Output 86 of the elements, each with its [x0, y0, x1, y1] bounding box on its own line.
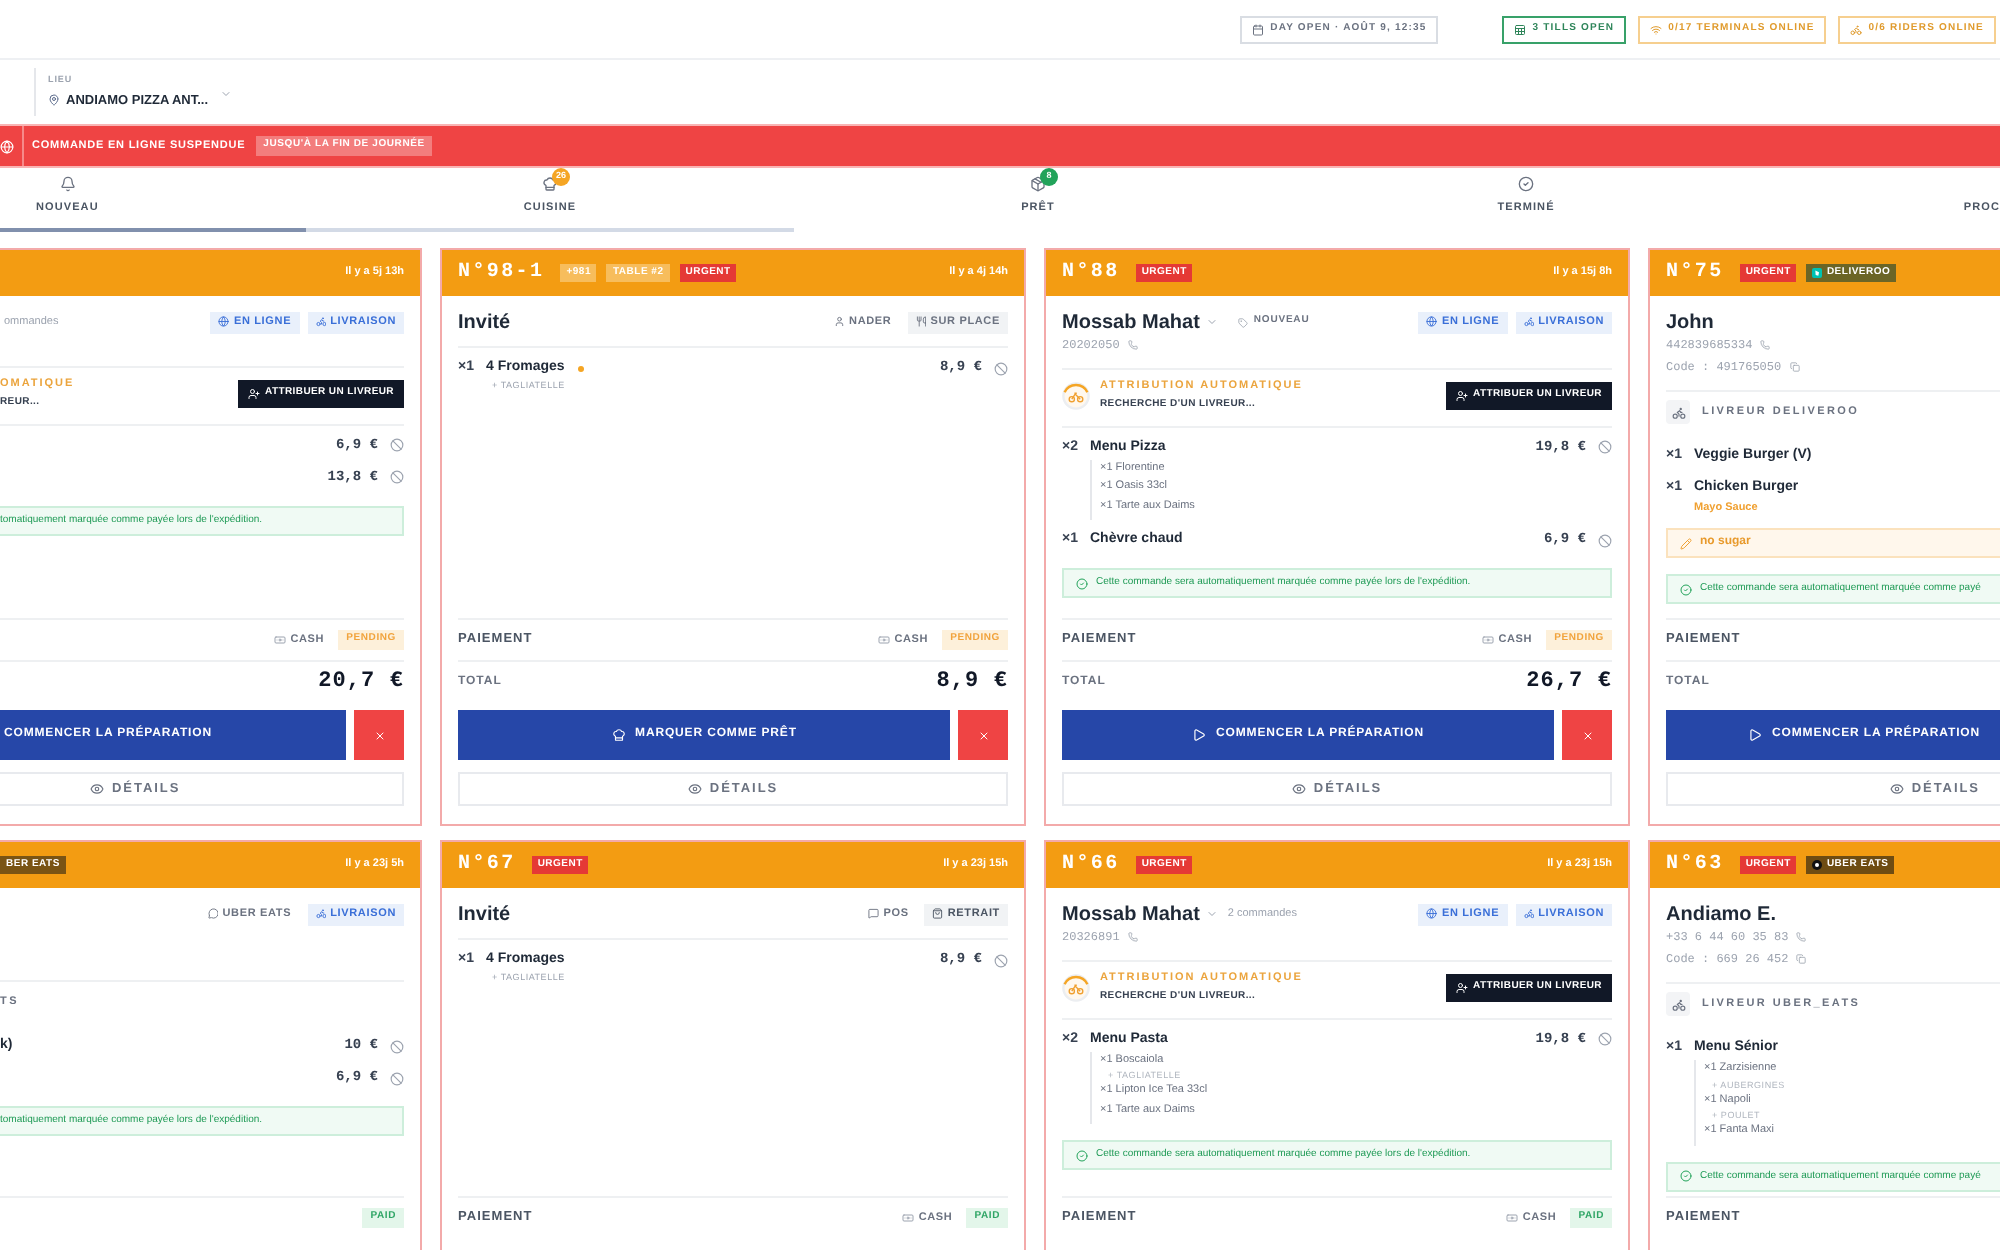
- ban-icon: [1598, 440, 1612, 455]
- total-amount: 8,9 €: [936, 668, 1008, 699]
- cancel-button[interactable]: [1562, 710, 1612, 760]
- user-plus-icon: [1455, 981, 1468, 994]
- wifi-icon: [1650, 23, 1663, 35]
- customer-name: Mossab Mahat: [1062, 309, 1200, 337]
- ban-icon: [1598, 533, 1612, 548]
- bike-spinner-icon: [1062, 973, 1090, 1002]
- bike-icon: [1523, 908, 1535, 920]
- check-circle-icon: [1680, 583, 1692, 595]
- tag-icon: [1237, 317, 1248, 327]
- cash-icon: [274, 634, 287, 646]
- bell-icon: [59, 175, 76, 192]
- chat-bubble-icon: [868, 908, 880, 920]
- ban-icon: [390, 470, 404, 485]
- cancel-button[interactable]: [354, 710, 404, 760]
- shopping-bag-icon: [932, 908, 944, 920]
- chef-hat-icon: [611, 728, 626, 742]
- check-circle-icon: [1076, 1149, 1088, 1162]
- x-icon: [373, 729, 385, 741]
- order-number: N°98-1: [458, 260, 545, 288]
- cash-icon: [878, 634, 891, 646]
- bike-spinner-icon: [1062, 381, 1090, 410]
- order-number: N°75: [1666, 260, 1724, 288]
- eye-icon: [1889, 782, 1904, 796]
- utensils-icon: [915, 316, 927, 328]
- ban-icon: [994, 953, 1008, 967]
- bike-icon: [1523, 316, 1535, 328]
- cash-icon: [1482, 634, 1495, 646]
- bike-icon: [1850, 23, 1863, 35]
- square-logo-icon: [1812, 268, 1823, 278]
- check-circle-icon: [1680, 1170, 1692, 1182]
- eye-icon: [90, 782, 104, 796]
- customer-name: Invité: [458, 901, 511, 929]
- calendar-icon: [1252, 23, 1265, 35]
- order-number: N°63: [1666, 852, 1724, 880]
- ban-icon: [390, 438, 404, 453]
- bike-icon: [315, 908, 327, 920]
- customer-name: Andiamo E.: [1666, 901, 1777, 929]
- bike-icon: [1666, 992, 1690, 1016]
- chef-hat-icon: [541, 175, 558, 192]
- globe-icon: [218, 316, 230, 328]
- copy-icon: [1796, 954, 1807, 964]
- total-amount: 26,7 €: [1526, 668, 1612, 699]
- globe-icon: [0, 139, 14, 153]
- globe-icon: [1426, 908, 1438, 920]
- globe-icon: [1426, 316, 1438, 328]
- pencil-icon: [1680, 537, 1692, 549]
- user-plus-icon: [1455, 389, 1468, 402]
- spreadsheet-icon: [1514, 23, 1527, 35]
- x-icon: [977, 729, 989, 741]
- phone-icon: [1127, 932, 1138, 942]
- ban-icon: [1598, 1032, 1612, 1047]
- customer-name: John: [1666, 309, 1714, 337]
- cash-icon: [902, 1212, 915, 1224]
- cash-icon: [1506, 1212, 1519, 1224]
- phone-icon: [1760, 340, 1771, 350]
- x-icon: [1581, 729, 1593, 741]
- copy-icon: [1789, 362, 1800, 372]
- circle-logo-icon: [1812, 860, 1823, 870]
- ban-icon: [994, 361, 1008, 375]
- user-icon: [834, 316, 846, 328]
- eye-icon: [1291, 782, 1306, 796]
- phone-icon: [1127, 340, 1138, 350]
- user-plus-icon: [247, 387, 260, 400]
- chevron-down-icon: [220, 88, 233, 101]
- map-pin-icon: [48, 94, 60, 107]
- bike-icon: [315, 316, 327, 328]
- order-number: N°88: [1062, 260, 1120, 288]
- eye-icon: [687, 782, 702, 796]
- check-circle-icon: [1517, 175, 1534, 192]
- play-icon: [1748, 728, 1763, 742]
- customer-name: Invité: [458, 309, 511, 337]
- chat-bubble-icon: [207, 908, 219, 920]
- ban-icon: [390, 1039, 404, 1053]
- check-circle-icon: [1076, 577, 1088, 590]
- play-icon: [1192, 728, 1207, 742]
- package-icon: [1030, 175, 1046, 192]
- order-number: N°66: [1062, 852, 1120, 880]
- order-number: N°67: [458, 852, 516, 880]
- total-amount: 20,7 €: [318, 668, 404, 699]
- cancel-button[interactable]: [958, 710, 1008, 760]
- ban-icon: [390, 1071, 404, 1085]
- phone-icon: [1796, 932, 1807, 942]
- bike-icon: [1666, 400, 1690, 424]
- customer-name: Mossab Mahat: [1062, 901, 1200, 929]
